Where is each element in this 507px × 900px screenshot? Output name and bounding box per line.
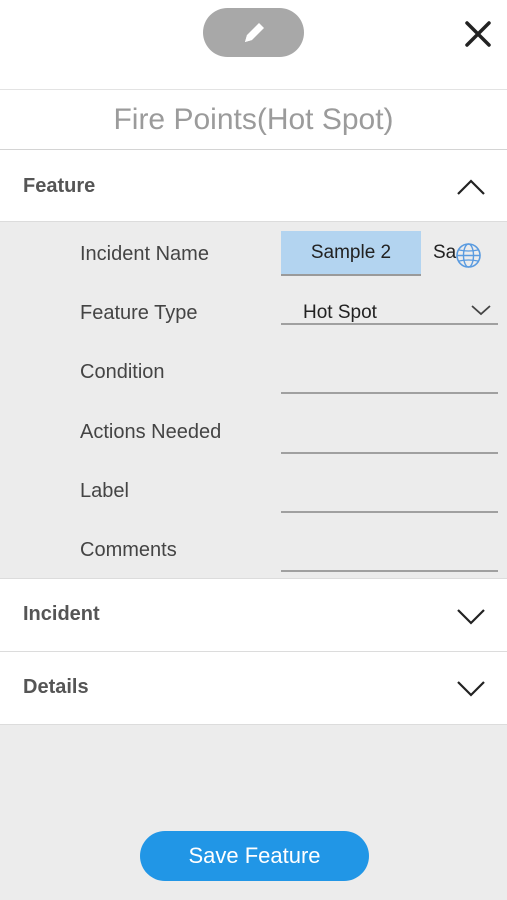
layer-title-bar: Fire Points(Hot Spot) bbox=[0, 89, 507, 150]
chevron-up-icon bbox=[457, 179, 485, 195]
close-icon bbox=[465, 21, 491, 47]
incident-name-field[interactable]: Sample 2 bbox=[281, 231, 421, 276]
condition-field[interactable] bbox=[281, 392, 498, 394]
incident-name-label: Incident Name bbox=[80, 243, 209, 265]
section-label-details: Details bbox=[23, 676, 89, 698]
pencil-icon bbox=[244, 22, 264, 42]
section-label-incident: Incident bbox=[23, 603, 100, 625]
label-field[interactable] bbox=[281, 511, 498, 513]
label-label: Label bbox=[80, 480, 129, 502]
save-feature-button[interactable]: Save Feature bbox=[140, 831, 369, 881]
section-label-feature: Feature bbox=[23, 175, 96, 197]
actions-needed-label: Actions Needed bbox=[80, 421, 222, 443]
section-header-details[interactable]: Details bbox=[0, 652, 507, 725]
edit-button[interactable] bbox=[203, 8, 304, 57]
feature-type-select[interactable]: Hot Spot bbox=[303, 302, 377, 324]
condition-label: Condition bbox=[80, 361, 165, 383]
feature-type-underline bbox=[281, 323, 498, 325]
section-header-incident[interactable]: Incident bbox=[0, 578, 507, 652]
incident-name-secondary-text: Sa bbox=[433, 242, 457, 263]
comments-label: Comments bbox=[80, 539, 177, 561]
top-bar bbox=[0, 0, 507, 89]
section-header-feature[interactable]: Feature bbox=[0, 150, 507, 222]
feature-type-label: Feature Type bbox=[80, 302, 198, 324]
actions-needed-field[interactable] bbox=[281, 452, 498, 454]
close-button[interactable] bbox=[458, 14, 498, 54]
globe-icon[interactable] bbox=[455, 242, 482, 269]
chevron-down-icon bbox=[457, 609, 485, 625]
page-title: Fire Points(Hot Spot) bbox=[113, 102, 394, 136]
comments-field[interactable] bbox=[281, 570, 498, 572]
feature-fields-panel bbox=[0, 222, 507, 578]
chevron-down-icon bbox=[457, 681, 485, 697]
chevron-down-icon[interactable] bbox=[470, 303, 492, 317]
